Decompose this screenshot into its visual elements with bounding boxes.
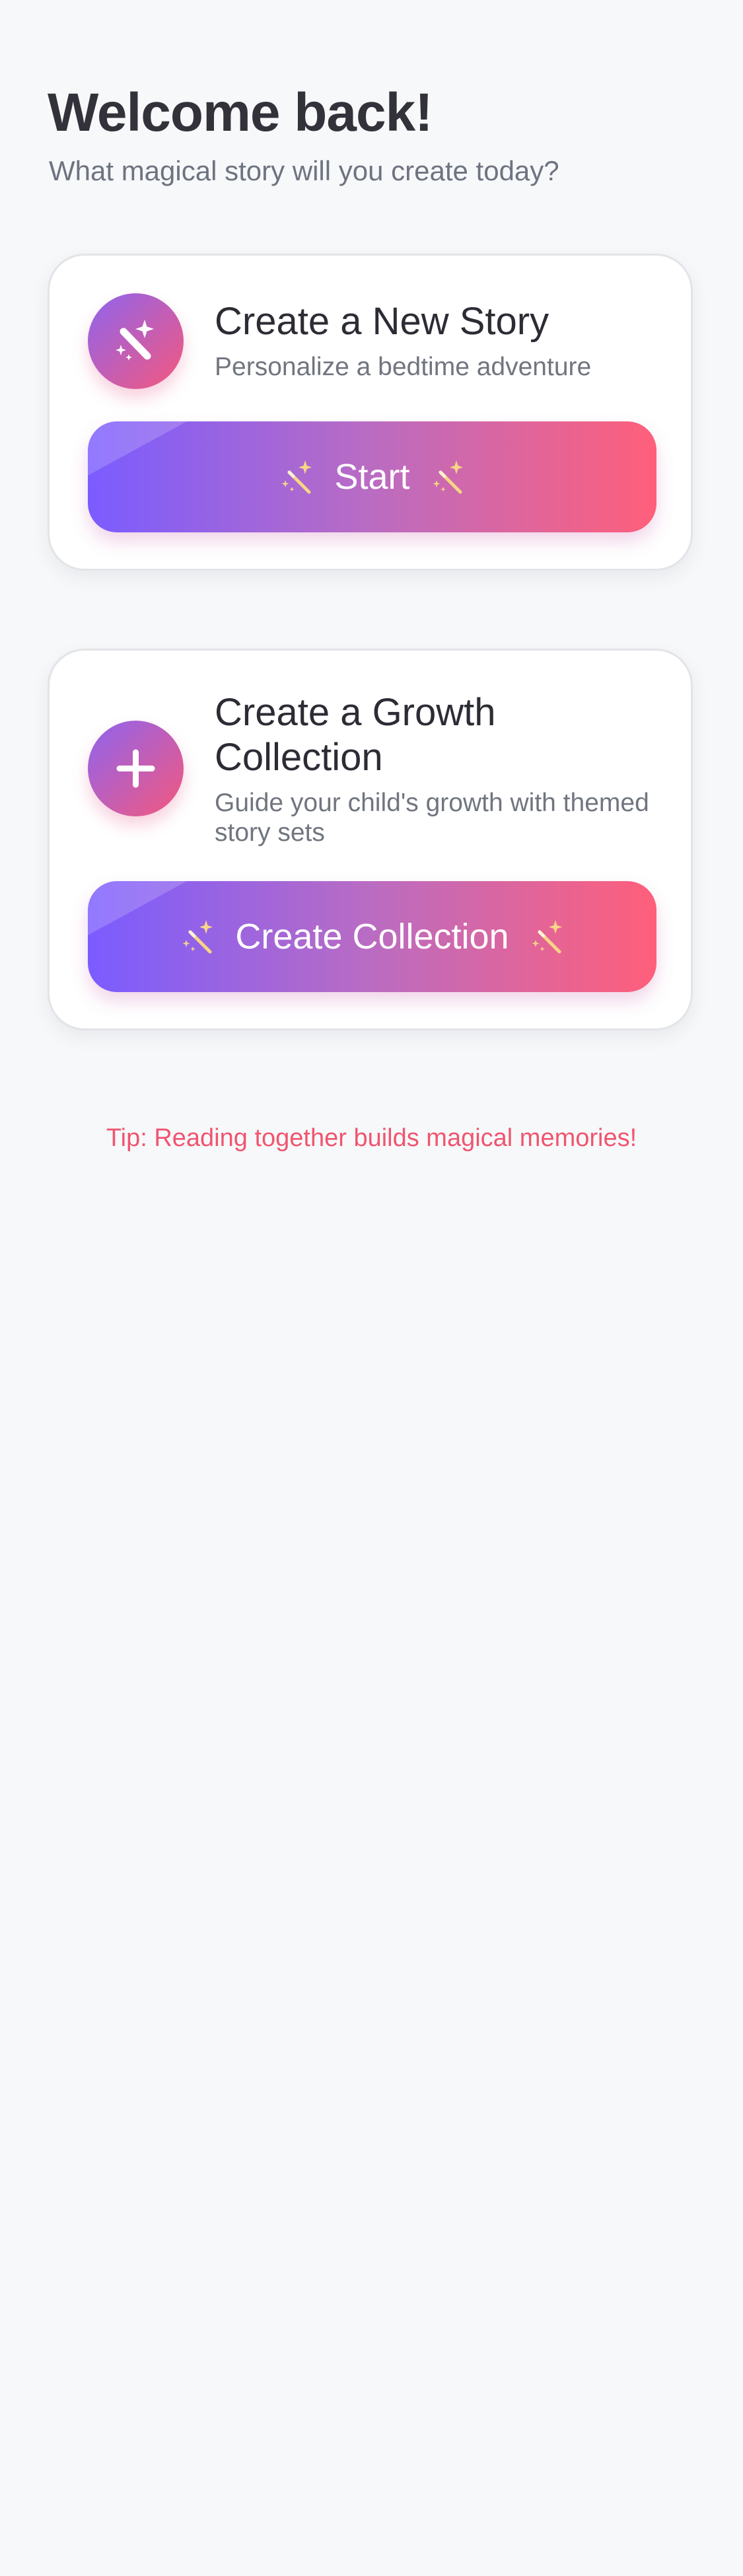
create-collection-button[interactable]: Create Collection <box>88 881 656 992</box>
card-description: Personalize a bedtime adventure <box>215 353 592 381</box>
sparkle-wand-icon <box>180 919 215 954</box>
start-button[interactable]: Start <box>88 421 656 532</box>
growth-collection-card: Create a Growth Collection Guide your ch… <box>48 649 693 1030</box>
sparkle-wand-icon <box>279 459 314 495</box>
new-story-card: Create a New Story Personalize a bedtime… <box>48 254 693 571</box>
page-title: Welcome back! <box>48 83 433 143</box>
sparkle-wand-icon <box>430 459 466 495</box>
create-collection-button-label: Create Collection <box>235 917 509 956</box>
card-description: Guide your child's growth with themed st… <box>215 789 649 847</box>
sparkle-wand-icon <box>529 919 565 954</box>
magic-wand-icon <box>88 293 184 389</box>
page-subtitle: What magical story will you create today… <box>49 155 559 186</box>
card-title: Create a New Story <box>215 300 549 343</box>
reading-tip: Tip: Reading together builds magical mem… <box>106 1124 637 1152</box>
card-title: Create a Growth Collection <box>215 691 496 779</box>
start-button-label: Start <box>334 457 410 497</box>
plus-icon <box>88 721 184 816</box>
